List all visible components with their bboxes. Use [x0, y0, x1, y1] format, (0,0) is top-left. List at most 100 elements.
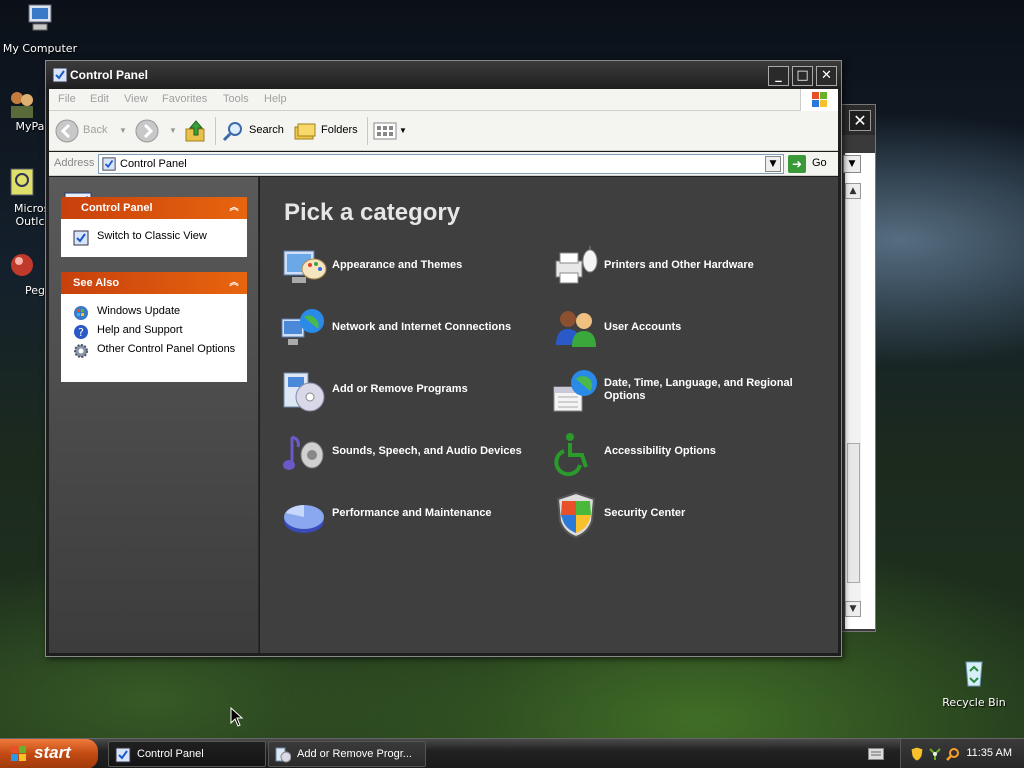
control-panel-box-header[interactable]: Control Panel ︽	[61, 197, 247, 219]
back-button[interactable]: Back	[55, 119, 117, 143]
taskbar-button-control-panel[interactable]: Control Panel	[108, 741, 266, 767]
address-label: Address	[54, 157, 95, 169]
control-panel-window[interactable]: Control Panel _ □ ✕ File Edit View Favor…	[45, 60, 842, 657]
peg-app-icon	[11, 254, 33, 276]
accessibility-icon	[554, 433, 588, 477]
collapse-chevron-icon[interactable]: ︽	[227, 201, 241, 215]
category-performance-and-maintenance[interactable]: Performance and Maintenance	[280, 491, 540, 543]
network-activity-icon[interactable]	[927, 746, 943, 762]
menu-favorites[interactable]: Favorites	[162, 93, 207, 105]
category-appearance-and-themes[interactable]: Appearance and Themes	[280, 243, 540, 295]
control-panel-icon	[102, 157, 116, 171]
collapse-chevron-icon[interactable]: ︽	[227, 276, 241, 290]
address-field[interactable]: Control Panel ▼	[98, 154, 784, 174]
control-panel-box: Control Panel ︽ Switch to Classic View	[61, 197, 247, 257]
clock[interactable]: 11:35 AM	[966, 747, 1012, 759]
toolbar-separator	[215, 117, 216, 145]
people-icon	[11, 92, 33, 118]
category-label: Sounds, Speech, and Audio Devices	[332, 445, 522, 457]
search-button[interactable]: Search	[221, 119, 287, 143]
desktop-icon-label: MyPa	[15, 120, 45, 133]
other-control-panel-options-link[interactable]: Other Control Panel Options	[61, 340, 247, 359]
other-control-panel-options-label: Other Control Panel Options	[97, 343, 236, 355]
up-folder-button[interactable]	[184, 119, 208, 143]
desktop-icon-recycle-bin[interactable]: Recycle Bin	[934, 656, 1014, 709]
background-window-scrollbar[interactable]: ▲ ▼	[845, 183, 861, 617]
category-network-and-internet-connections[interactable]: Network and Internet Connections	[280, 305, 540, 357]
minimize-button[interactable]: _	[768, 66, 789, 86]
go-button[interactable]: ➜ Go	[788, 154, 836, 174]
category-printers-and-other-hardware[interactable]: Printers and Other Hardware	[552, 243, 812, 295]
desktop-icon-mypa[interactable]: MyPa	[0, 88, 46, 133]
search-icon	[222, 122, 242, 142]
start-button[interactable]: start	[0, 739, 98, 768]
windows-update-label: Windows Update	[97, 305, 181, 317]
back-arrow-icon	[55, 119, 79, 143]
control-panel-icon	[115, 747, 131, 763]
category-label: Accessibility Options	[604, 445, 716, 457]
background-window[interactable]: ✕ ▼ ▲ ▼	[838, 104, 876, 632]
window-titlebar[interactable]: Control Panel _ □ ✕	[46, 61, 841, 89]
background-window-dropdown[interactable]: ▼	[843, 155, 861, 173]
back-dropdown-arrow[interactable]: ▼	[119, 126, 129, 150]
category-label: Appearance and Themes	[332, 259, 463, 271]
up-folder-icon	[185, 120, 205, 142]
security-alert-shield-icon[interactable]	[909, 746, 925, 762]
category-label: Printers and Other Hardware	[604, 259, 754, 271]
taskbar-button-label: Add or Remove Progr...	[297, 748, 412, 760]
computer-icon	[28, 4, 52, 31]
toolbar: Back ▼ ▼ Search Folders ▼	[49, 111, 838, 151]
forward-button[interactable]	[135, 119, 159, 143]
background-window-close-button[interactable]: ✕	[849, 110, 871, 131]
desktop-icon-my-computer[interactable]: My Computer	[0, 2, 80, 55]
mouse-pointer-icon	[230, 707, 244, 727]
menu-file[interactable]: File	[58, 93, 76, 105]
category-date-time-language-regional[interactable]: Date, Time, Language, and Regional Optio…	[552, 367, 812, 419]
category-sounds-speech-audio[interactable]: Sounds, Speech, and Audio Devices	[280, 429, 540, 481]
close-button[interactable]: ✕	[816, 66, 837, 86]
menu-edit[interactable]: Edit	[90, 93, 109, 105]
category-add-or-remove-programs[interactable]: Add or Remove Programs	[280, 367, 540, 419]
outlook-icon	[10, 168, 34, 196]
category-user-accounts[interactable]: User Accounts	[552, 305, 812, 357]
go-arrow-icon: ➜	[788, 155, 806, 173]
help-and-support-link[interactable]: ? Help and Support	[61, 321, 247, 340]
see-also-title: See Also	[73, 277, 120, 289]
desktop-icon-label: Peg	[25, 284, 45, 297]
scroll-up-button[interactable]: ▲	[845, 183, 861, 199]
scroll-thumb[interactable]	[847, 443, 860, 583]
scroll-down-button[interactable]: ▼	[845, 601, 861, 617]
address-dropdown-button[interactable]: ▼	[765, 156, 781, 172]
network-icon	[281, 309, 324, 345]
switch-classic-view-link[interactable]: Switch to Classic View	[61, 227, 247, 246]
forward-dropdown-arrow[interactable]: ▼	[169, 126, 179, 150]
search-icon[interactable]	[945, 746, 961, 762]
gear-icon	[74, 344, 88, 358]
category-accessibility-options[interactable]: Accessibility Options	[552, 429, 812, 481]
folders-button[interactable]: Folders	[293, 119, 361, 143]
views-button[interactable]: ▼	[373, 119, 409, 143]
add-remove-icon	[283, 372, 325, 412]
desktop-icon-outlook[interactable]: Micros Outlc	[0, 166, 46, 228]
menu-help[interactable]: Help	[264, 93, 287, 105]
menu-view[interactable]: View	[124, 93, 148, 105]
windows-flag-icon	[11, 746, 26, 761]
keyboard-icon[interactable]	[868, 748, 884, 760]
desktop-icon-peg[interactable]: Peg	[0, 248, 46, 297]
system-tray: 11:35 AM	[900, 739, 1024, 768]
windows-update-link[interactable]: Windows Update	[61, 302, 247, 321]
control-panel-icon	[52, 67, 68, 83]
see-also-box-header[interactable]: See Also ︽	[61, 272, 247, 294]
switch-classic-view-label: Switch to Classic View	[97, 230, 207, 242]
control-panel-small-icon	[73, 230, 89, 246]
date-time-icon	[553, 370, 597, 412]
taskbar-button-add-remove-programs[interactable]: Add or Remove Progr...	[268, 741, 426, 767]
category-security-center[interactable]: Security Center	[552, 491, 812, 543]
category-label: Add or Remove Programs	[332, 383, 468, 395]
category-label: Performance and Maintenance	[332, 507, 492, 519]
forward-arrow-icon	[135, 119, 159, 143]
menu-tools[interactable]: Tools	[223, 93, 249, 105]
go-label: Go	[812, 157, 827, 169]
maximize-button[interactable]: □	[792, 66, 813, 86]
desktop-icon-label: Recycle Bin	[942, 696, 1006, 709]
